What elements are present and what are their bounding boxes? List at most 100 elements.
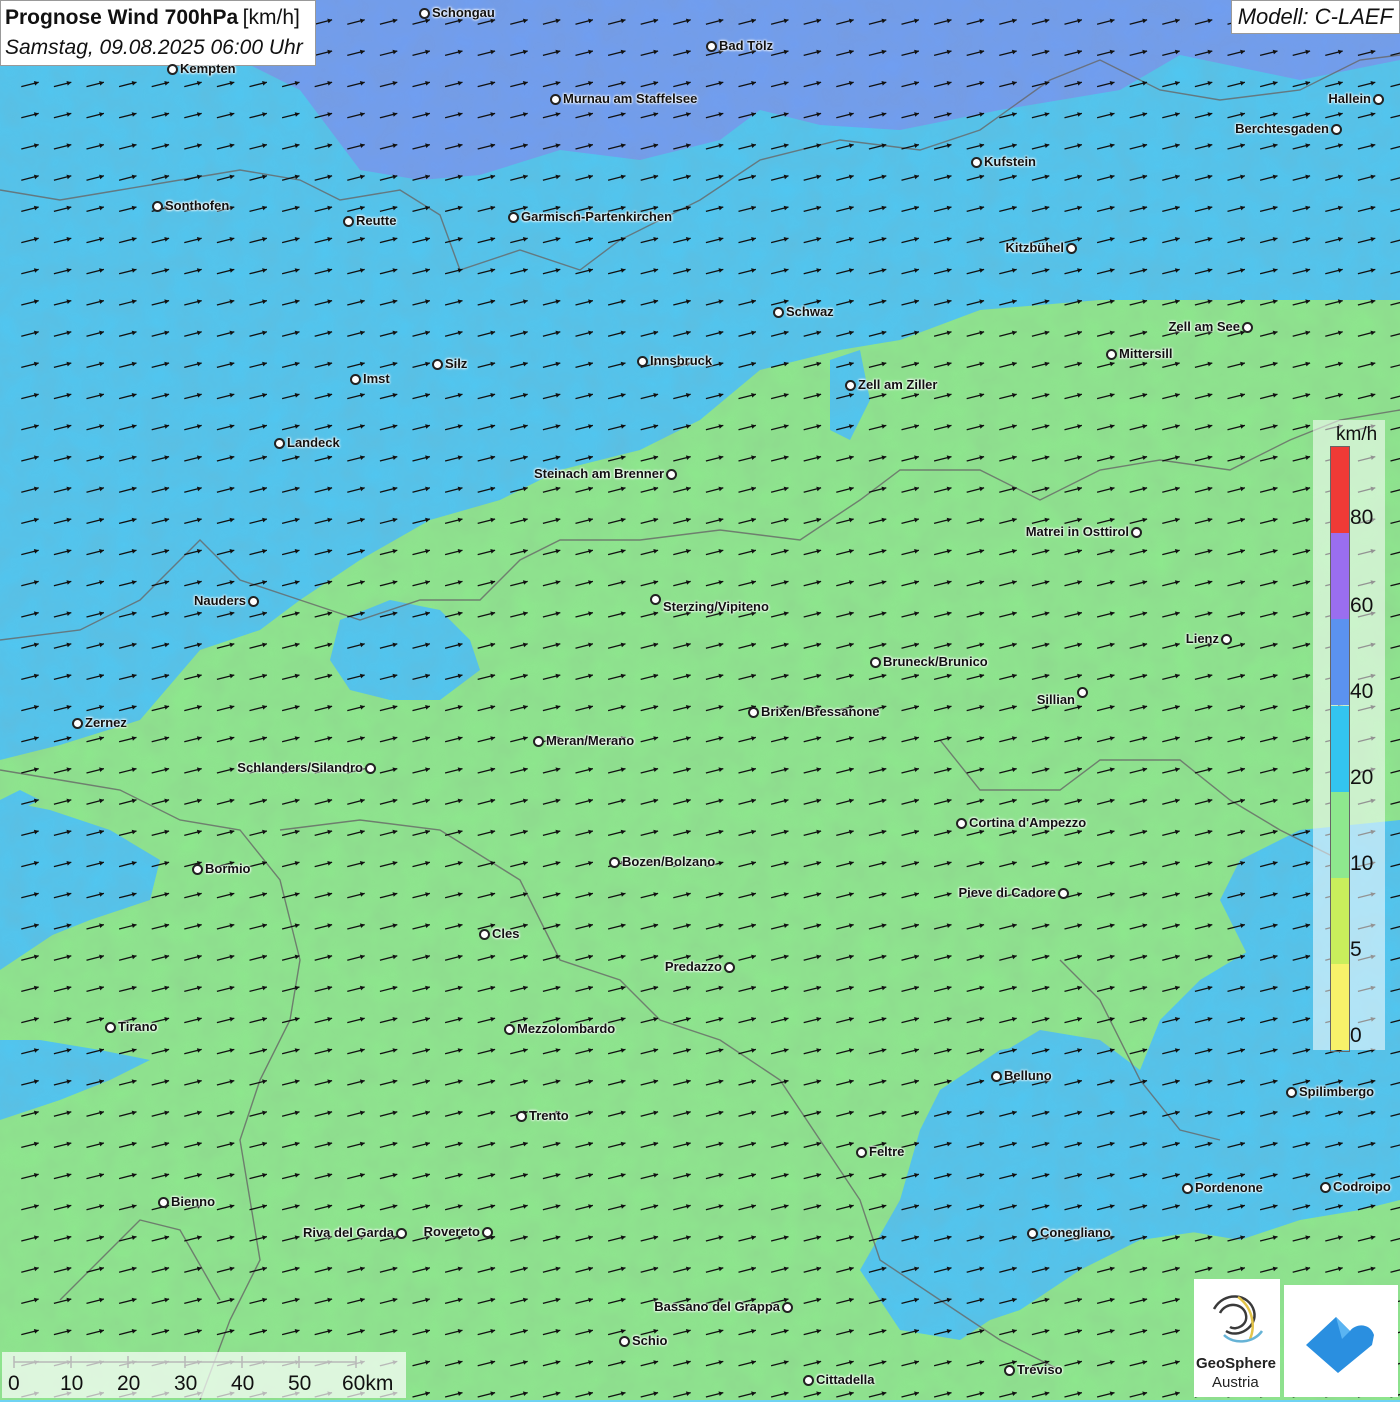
legend-colorbar [1330, 446, 1350, 1052]
city-marker [1066, 243, 1077, 254]
legend-label: 0 [1350, 1024, 1362, 1048]
city-marker [1106, 349, 1117, 360]
city-marker [482, 1227, 493, 1238]
city-label: Mittersill [1119, 346, 1172, 361]
city-label: Schio [632, 1333, 667, 1348]
city-marker [803, 1375, 814, 1386]
city-marker [748, 707, 759, 718]
city-marker [782, 1302, 793, 1313]
city-label: Spilimbergo [1299, 1084, 1374, 1099]
legend-label: 60 [1350, 594, 1373, 618]
city-label: Brixen/Bressanone [761, 704, 880, 719]
city-label: Bozen/Bolzano [622, 854, 715, 869]
scale-label: 30 [174, 1372, 197, 1396]
logo-text-line1: GeoSphere [1196, 1355, 1276, 1372]
title-box: Prognose Wind 700hPa [km/h] Samstag, 09.… [0, 0, 316, 66]
city-label: Bienno [171, 1194, 215, 1209]
city-label: Murnau am Staffelsee [563, 91, 697, 106]
city-label: Kempten [180, 61, 236, 76]
legend-label: 80 [1350, 506, 1373, 530]
city-marker [1077, 687, 1088, 698]
city-marker [158, 1197, 169, 1208]
city-label: Innsbruck [650, 353, 712, 368]
city-marker [1221, 634, 1232, 645]
city-marker [666, 469, 677, 480]
geosphere-swirl-icon [1194, 1279, 1280, 1359]
city-marker [504, 1024, 515, 1035]
city-marker [350, 374, 361, 385]
city-label: Cles [492, 926, 519, 941]
city-marker [1182, 1183, 1193, 1194]
city-label: Garmisch-Partenkirchen [521, 209, 672, 224]
city-label: Schlanders/Silandro [237, 760, 363, 775]
app-logo [1284, 1285, 1398, 1397]
city-marker [105, 1022, 116, 1033]
scale-label: 0 [8, 1372, 20, 1396]
city-label: Rovereto [424, 1224, 480, 1239]
city-marker [1331, 124, 1342, 135]
city-marker [1373, 94, 1384, 105]
city-label: Feltre [869, 1144, 904, 1159]
city-marker [650, 594, 661, 605]
city-label: Conegliano [1040, 1225, 1111, 1240]
city-label: Reutte [356, 213, 396, 228]
legend-unit: km/h [1336, 424, 1377, 446]
city-marker [533, 736, 544, 747]
scale-label: 10 [60, 1372, 83, 1396]
scale-label: 20 [117, 1372, 140, 1396]
city-marker [856, 1147, 867, 1158]
city-label: Bormio [205, 861, 251, 876]
city-label: Lienz [1186, 631, 1219, 646]
city-label: Riva del Garda [303, 1225, 394, 1240]
city-marker [479, 929, 490, 940]
city-label: Sillian [1037, 692, 1075, 707]
city-marker [1131, 527, 1142, 538]
legend-swatch [1331, 706, 1349, 792]
city-label: Tirano [118, 1019, 158, 1034]
city-marker [508, 212, 519, 223]
city-marker [1058, 888, 1069, 899]
city-marker [248, 596, 259, 607]
city-label: Kufstein [984, 154, 1036, 169]
city-label: Treviso [1017, 1362, 1063, 1377]
city-marker [991, 1071, 1002, 1082]
legend-swatch [1331, 533, 1349, 619]
city-label: Landeck [287, 435, 340, 450]
city-marker [396, 1228, 407, 1239]
city-marker [1027, 1228, 1038, 1239]
city-label: Schwaz [786, 304, 834, 319]
city-label: Belluno [1004, 1068, 1052, 1083]
legend-swatch [1331, 619, 1349, 705]
city-marker [956, 818, 967, 829]
city-label: Bad Tölz [719, 38, 773, 53]
city-marker [419, 8, 430, 19]
city-label: Berchtesgaden [1235, 121, 1329, 136]
legend-label: 10 [1350, 852, 1373, 876]
city-label: Sonthofen [165, 198, 229, 213]
legend-swatch [1331, 447, 1349, 533]
scale-label: 40 [231, 1372, 254, 1396]
city-label: Nauders [194, 593, 246, 608]
city-marker [365, 763, 376, 774]
title: Prognose Wind 700hPa [5, 6, 238, 29]
city-label: Cittadella [816, 1372, 875, 1387]
scale-label: 50 [288, 1372, 311, 1396]
city-label: Meran/Merano [546, 733, 634, 748]
city-label: Zernez [85, 715, 127, 730]
city-label: Silz [445, 356, 467, 371]
city-label: Codroipo [1333, 1179, 1391, 1194]
city-label: Pieve di Cadore [958, 885, 1056, 900]
legend-label: 5 [1350, 938, 1362, 962]
city-label: Kitzbühel [1006, 240, 1065, 255]
city-marker [637, 356, 648, 367]
model-label: Modell: C-LAEF [1231, 0, 1400, 34]
city-marker [274, 438, 285, 449]
title-unit: [km/h] [243, 6, 300, 29]
city-label: Steinach am Brenner [534, 466, 664, 481]
city-marker [971, 157, 982, 168]
city-label: Sterzing/Vipiteno [663, 599, 769, 614]
city-label: Trento [529, 1108, 569, 1123]
city-marker [619, 1336, 630, 1347]
city-marker [192, 864, 203, 875]
legend-swatch [1331, 964, 1349, 1050]
